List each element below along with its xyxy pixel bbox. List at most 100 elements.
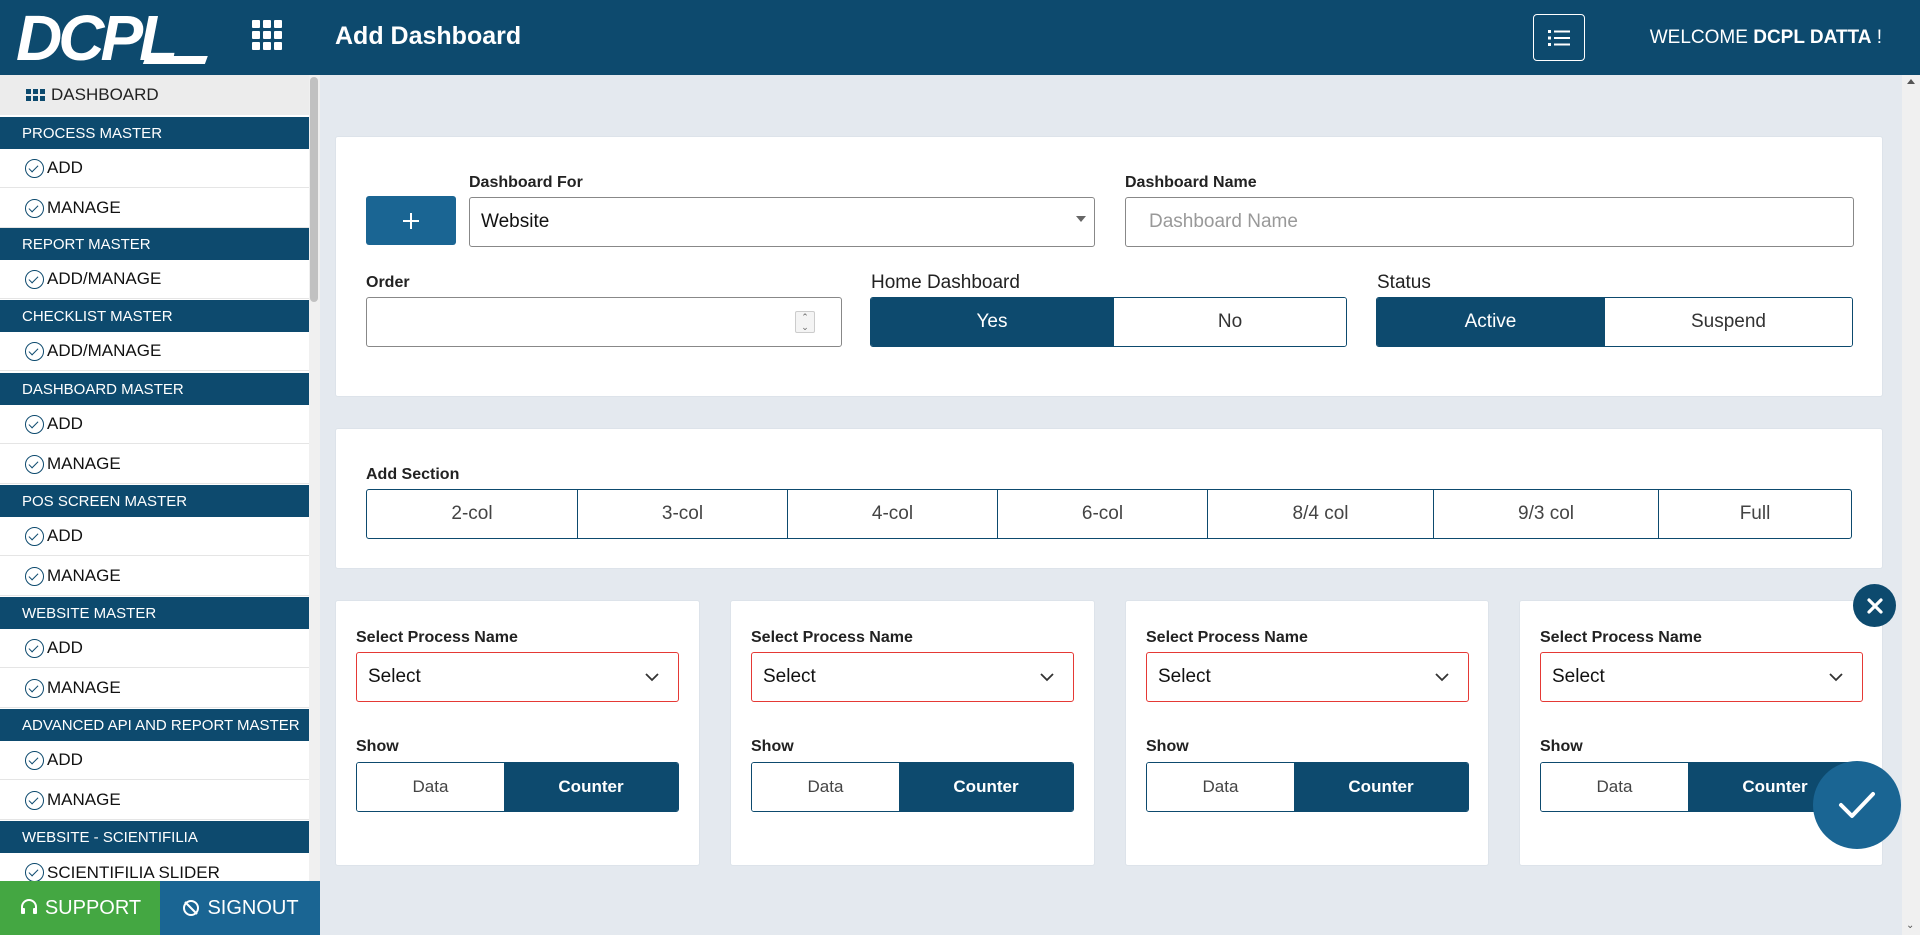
check-icon	[1839, 792, 1875, 818]
scroll-down-icon[interactable]: ⌄	[1906, 920, 1914, 931]
section-option-2col[interactable]: 2-col	[367, 490, 577, 538]
sidebar-item-pos-add[interactable]: ADD	[0, 517, 309, 556]
section-option-6col[interactable]: 6-col	[997, 490, 1207, 538]
show-data-option[interactable]: Data	[1541, 763, 1688, 811]
scroll-up-icon[interactable]	[1907, 79, 1915, 84]
chevron-down-icon	[645, 673, 659, 682]
show-data-option[interactable]: Data	[752, 763, 899, 811]
dashboard-name-label: Dashboard Name	[1125, 174, 1257, 191]
top-header: DCPL Add Dashboard WELCOME DCPL DATTA !	[0, 0, 1920, 75]
add-section-label: Add Section	[366, 466, 460, 483]
sidebar-group-process-master: PROCESS MASTER	[0, 117, 309, 149]
plus-icon	[403, 212, 419, 229]
process-name-label: Select Process Name	[1540, 629, 1702, 646]
close-icon	[1866, 597, 1883, 614]
signout-button[interactable]: SIGNOUT	[160, 881, 320, 935]
order-input[interactable]: ⌃ ⌄	[366, 297, 842, 347]
show-toggle: Data Counter	[751, 762, 1074, 812]
status-suspend-option[interactable]: Suspend	[1604, 298, 1852, 346]
sidebar-item-api-manage[interactable]: MANAGE	[0, 781, 309, 820]
check-circle-icon	[25, 414, 44, 434]
show-label: Show	[751, 738, 794, 755]
section-option-3col[interactable]: 3-col	[577, 490, 787, 538]
dashboard-grid-icon	[26, 89, 45, 101]
sidebar-group-pos-screen-master: POS SCREEN MASTER	[0, 485, 309, 517]
welcome-text: WELCOME DCPL DATTA !	[1649, 27, 1882, 48]
remove-section-button[interactable]	[1853, 584, 1896, 627]
show-counter-option[interactable]: Counter	[504, 763, 678, 811]
check-circle-icon	[25, 863, 44, 881]
status-active-option[interactable]: Active	[1377, 298, 1604, 346]
show-counter-option[interactable]: Counter	[1294, 763, 1468, 811]
sidebar-item-label: DASHBOARD	[51, 85, 159, 104]
check-circle-icon	[25, 269, 44, 289]
chevron-down-icon	[1829, 673, 1843, 682]
sidebar-item-report-add-manage[interactable]: ADD/MANAGE	[0, 260, 309, 299]
show-toggle: Data Counter	[1146, 762, 1469, 812]
section-option-4col[interactable]: 4-col	[787, 490, 997, 538]
check-circle-icon	[25, 158, 44, 178]
number-spinner[interactable]: ⌃ ⌄	[795, 311, 815, 333]
chevron-down-icon	[1435, 673, 1449, 682]
check-circle-icon	[25, 341, 44, 361]
sidebar-item-scientifilia-slider[interactable]: SCIENTIFILIA SLIDER	[0, 853, 309, 881]
dcpl-logo[interactable]: DCPL	[14, 6, 228, 68]
sidebar-item-process-add[interactable]: ADD	[0, 149, 309, 188]
home-dashboard-label: Home Dashboard	[871, 272, 1020, 293]
process-name-select[interactable]: Select	[1146, 652, 1469, 702]
sidebar-item-dashboard[interactable]: DASHBOARD	[0, 75, 309, 115]
sidebar-item-checklist-add-manage[interactable]: ADD/MANAGE	[0, 332, 309, 371]
sidebar-item-api-add[interactable]: ADD	[0, 741, 309, 780]
dashboard-for-select[interactable]: Website	[469, 197, 1095, 247]
status-label: Status	[1377, 272, 1431, 293]
support-button[interactable]: SUPPORT	[0, 881, 160, 935]
home-no-option[interactable]: No	[1113, 298, 1346, 346]
page-title: Add Dashboard	[335, 22, 522, 50]
process-name-select[interactable]: Select	[751, 652, 1074, 702]
process-name-select[interactable]: Select	[356, 652, 679, 702]
process-name-select[interactable]: Select	[1540, 652, 1863, 702]
dashboard-name-input[interactable]: Dashboard Name	[1125, 197, 1854, 247]
sidebar-item-dashboard-manage[interactable]: MANAGE	[0, 445, 309, 484]
show-data-option[interactable]: Data	[357, 763, 504, 811]
caret-down-icon	[1076, 216, 1086, 222]
sidebar-group-checklist-master: CHECKLIST MASTER	[0, 300, 309, 332]
sidebar-group-website-master: WEBSITE MASTER	[0, 597, 309, 629]
check-circle-icon	[25, 790, 44, 810]
status-toggle: Active Suspend	[1376, 297, 1853, 347]
check-circle-icon	[25, 566, 44, 586]
sidebar-item-pos-manage[interactable]: MANAGE	[0, 557, 309, 596]
home-yes-option[interactable]: Yes	[871, 298, 1113, 346]
add-button[interactable]	[366, 196, 456, 245]
order-label: Order	[366, 274, 410, 291]
process-name-label: Select Process Name	[751, 629, 913, 646]
show-toggle: Data Counter	[356, 762, 679, 812]
sidebar-item-process-manage[interactable]: MANAGE	[0, 189, 309, 228]
home-dashboard-toggle: Yes No	[870, 297, 1347, 347]
submit-button[interactable]	[1813, 761, 1901, 849]
sidebar-scrollbar-thumb[interactable]	[310, 77, 318, 302]
check-circle-icon	[25, 454, 44, 474]
check-circle-icon	[25, 198, 44, 218]
section-option-full[interactable]: Full	[1658, 490, 1851, 538]
show-counter-option[interactable]: Counter	[899, 763, 1073, 811]
section-option-8-4col[interactable]: 8/4 col	[1207, 490, 1433, 538]
sidebar-item-dashboard-add[interactable]: ADD	[0, 405, 309, 444]
sidebar-group-report-master: REPORT MASTER	[0, 228, 309, 260]
section-layout-options: 2-col 3-col 4-col 6-col 8/4 col 9/3 col …	[366, 489, 1852, 539]
main-scrollbar[interactable]: ⌄	[1902, 75, 1920, 935]
apps-grid-icon[interactable]	[252, 20, 282, 50]
sidebar-group-dashboard-master: DASHBOARD MASTER	[0, 373, 309, 405]
sidebar-item-website-add[interactable]: ADD	[0, 629, 309, 668]
headset-icon	[20, 899, 37, 914]
sidebar: DASHBOARD PROCESS MASTER ADD MANAGE REPO…	[0, 75, 320, 881]
sidebar-item-website-manage[interactable]: MANAGE	[0, 669, 309, 708]
show-data-option[interactable]: Data	[1147, 763, 1294, 811]
signout-icon	[183, 900, 200, 916]
process-name-label: Select Process Name	[356, 629, 518, 646]
show-label: Show	[1146, 738, 1189, 755]
section-option-9-3col[interactable]: 9/3 col	[1433, 490, 1658, 538]
list-menu-button[interactable]	[1533, 14, 1585, 61]
chevron-down-icon	[1040, 673, 1054, 682]
check-circle-icon	[25, 526, 44, 546]
